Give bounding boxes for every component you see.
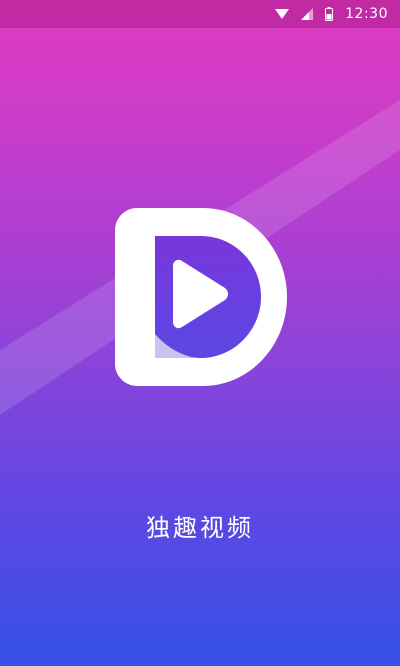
app-logo-d-play-icon [115,208,287,386]
wifi-icon [275,8,290,20]
splash-screen: 12:30 独趣视频 [0,0,400,666]
status-bar: 12:30 [0,0,400,28]
signal-icon [301,8,314,20]
status-time: 12:30 [345,6,388,22]
app-name: 独趣视频 [146,514,254,542]
battery-icon [325,7,334,21]
